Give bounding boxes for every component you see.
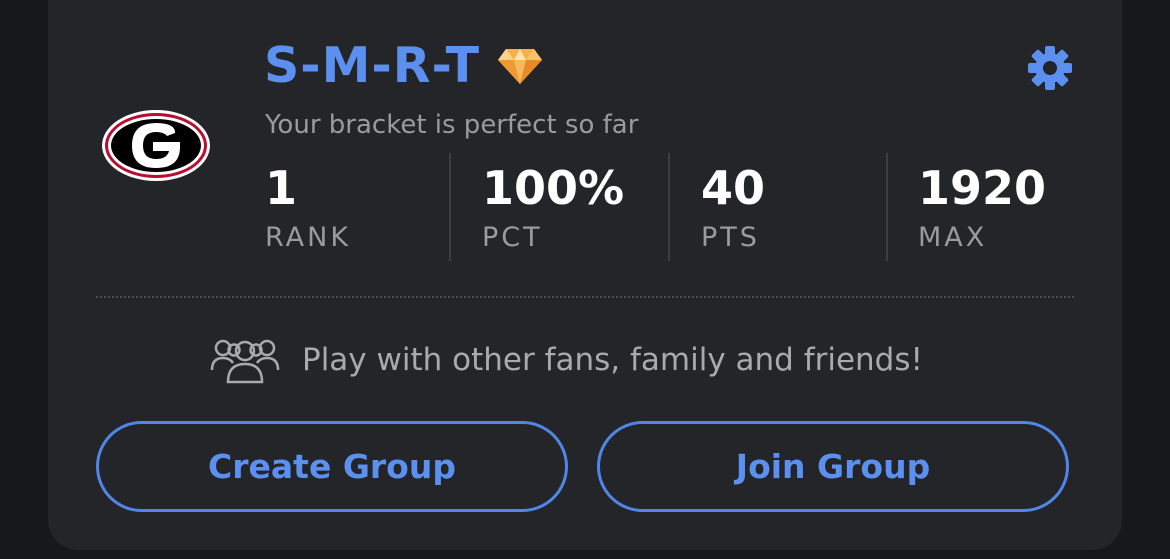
invite-text: Play with other fans, family and friends… xyxy=(302,342,923,378)
create-group-button[interactable]: Create Group xyxy=(96,421,568,512)
stat-label: PCT xyxy=(482,222,543,253)
stat-rank: 1 RANK xyxy=(265,158,465,258)
bracket-title-row: S-M-R-T xyxy=(264,36,544,96)
stat-label: RANK xyxy=(265,222,352,253)
stat-label: MAX xyxy=(918,222,988,253)
people-group-icon xyxy=(210,339,280,384)
stat-divider xyxy=(886,153,888,261)
invite-row: Play with other fans, family and friends… xyxy=(210,335,923,385)
section-divider xyxy=(96,296,1074,298)
stat-pts: 40 PTS xyxy=(701,158,901,258)
stat-max: 1920 MAX xyxy=(918,158,1118,258)
bracket-name[interactable]: S-M-R-T xyxy=(264,36,480,96)
bracket-status-text: Your bracket is perfect so far xyxy=(265,110,639,140)
stat-divider xyxy=(449,153,451,261)
gear-icon[interactable] xyxy=(1025,43,1075,93)
join-group-button[interactable]: Join Group xyxy=(597,421,1069,512)
stat-label: PTS xyxy=(701,222,760,253)
stat-value: 100% xyxy=(482,161,625,215)
stat-value: 40 xyxy=(701,161,766,215)
stat-divider xyxy=(668,153,670,261)
stat-value: 1920 xyxy=(918,161,1047,215)
diamond-icon xyxy=(498,49,543,84)
stat-value: 1 xyxy=(265,161,298,215)
stat-pct: 100% PCT xyxy=(482,158,682,258)
team-logo xyxy=(102,110,210,181)
